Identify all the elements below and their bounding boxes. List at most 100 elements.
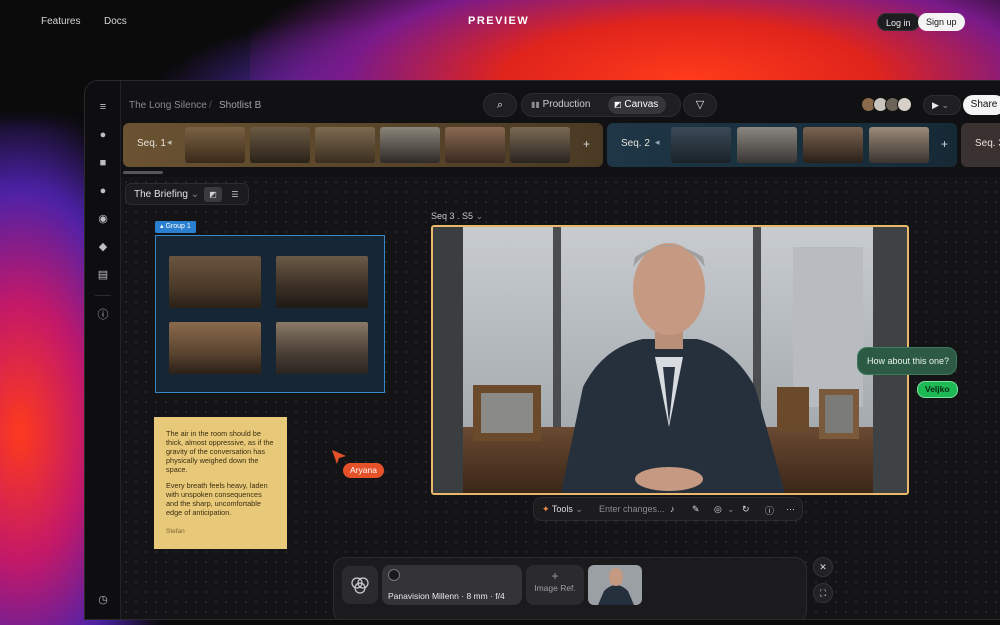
sparkle-icon: ✦ bbox=[542, 504, 550, 514]
canvas-area[interactable]: The Briefing ⌄ ◩ ☰ ▴ Group 1 Seq 3 . S5 … bbox=[121, 177, 1000, 619]
brand-logo[interactable]: PREVIEW bbox=[468, 15, 529, 27]
fullscreen-icon[interactable]: ⛶ bbox=[813, 583, 833, 603]
mode-switch: ▮▮ Production ◩ Canvas bbox=[521, 93, 681, 117]
lens-icon bbox=[388, 569, 400, 581]
shot-label[interactable]: Seq 3 . S5 ⌄ bbox=[431, 211, 483, 222]
shot-image bbox=[433, 227, 907, 493]
app-window: ≡ ● ■ ● ◉ ◆ ▤ ⓘ ◷ The Long Silence / Sho… bbox=[84, 80, 1000, 620]
chat-icon[interactable]: ● bbox=[97, 129, 109, 141]
collaborator-tag: Aryana bbox=[343, 463, 384, 478]
shot-thumbnail[interactable] bbox=[671, 127, 731, 163]
comment-bubble[interactable]: How about this one? bbox=[857, 347, 957, 375]
left-toolbar: ≡ ● ■ ● ◉ ◆ ▤ ⓘ ◷ bbox=[85, 81, 121, 619]
mic-icon[interactable]: ♪ bbox=[670, 504, 675, 514]
shot-thumbnail[interactable] bbox=[510, 127, 570, 163]
group-shot-thumbnail[interactable] bbox=[169, 256, 261, 308]
breadcrumb-separator: / bbox=[209, 100, 212, 111]
info-icon[interactable]: ⓘ bbox=[765, 504, 774, 517]
collaborator-tag: Veljko bbox=[917, 381, 958, 398]
brush-icon[interactable]: ✎ bbox=[692, 504, 700, 515]
shot-thumbnail[interactable] bbox=[803, 127, 863, 163]
chevron-down-icon: ⌄ bbox=[475, 211, 484, 221]
note-paragraph: The air in the room should be thick, alm… bbox=[166, 429, 274, 474]
group-shot-thumbnail[interactable] bbox=[276, 322, 368, 374]
sequence-label: Seq. 2 bbox=[621, 138, 650, 149]
view-canvas-toggle[interactable]: ◩ bbox=[204, 187, 222, 202]
add-shot-button[interactable]: + bbox=[583, 137, 590, 151]
sticky-note[interactable]: The air in the room should be thick, alm… bbox=[154, 417, 287, 549]
filter-button[interactable]: ▽ bbox=[683, 93, 717, 117]
generator-panel: Panavision Millenn · 8 mm · f/4 + Image … bbox=[333, 557, 807, 619]
signup-button[interactable]: Sign up bbox=[918, 13, 965, 31]
close-icon[interactable]: ✕ bbox=[813, 557, 833, 577]
tab-canvas[interactable]: ◩ Canvas bbox=[608, 96, 667, 114]
nav-link-features[interactable]: Features bbox=[41, 16, 80, 27]
camera-caption: Panavision Millenn · 8 mm · f/4 bbox=[388, 591, 505, 601]
play-icon: ▶ bbox=[932, 100, 939, 110]
user-icon[interactable]: ● bbox=[97, 185, 109, 197]
breadcrumb-project[interactable]: The Long Silence bbox=[129, 100, 207, 111]
sequence-strip[interactable]: Seq. 1 ◂ + bbox=[123, 123, 603, 167]
tab-production[interactable]: ▮▮ Production bbox=[525, 96, 598, 114]
production-icon: ▮▮ bbox=[531, 100, 540, 109]
document-icon[interactable]: ▤ bbox=[97, 269, 109, 281]
palette-icon bbox=[351, 577, 369, 594]
shot-thumbnail[interactable] bbox=[445, 127, 505, 163]
breadcrumb-page[interactable]: Shotlist B bbox=[219, 100, 261, 111]
app-header: The Long Silence / Shotlist B ⌕ ▮▮ Produ… bbox=[121, 81, 1000, 123]
tools-button[interactable]: ✦ Tools ⌄ bbox=[542, 504, 583, 515]
scene-selector[interactable]: The Briefing ⌄ ◩ ☰ bbox=[125, 183, 249, 205]
reference-thumbnail[interactable] bbox=[588, 565, 642, 605]
shot-group[interactable] bbox=[155, 235, 385, 393]
folder-icon[interactable]: ■ bbox=[97, 157, 109, 169]
shot-thumbnail[interactable] bbox=[185, 127, 245, 163]
shot-thumbnail[interactable] bbox=[315, 127, 375, 163]
info-icon[interactable]: ⓘ bbox=[97, 309, 109, 321]
play-button[interactable]: ▶ ⌄ bbox=[923, 95, 961, 115]
sequence-strip[interactable]: Seq. 2 ◂ + bbox=[607, 123, 957, 167]
palette-button[interactable] bbox=[342, 566, 378, 604]
location-icon[interactable]: ◉ bbox=[97, 213, 109, 225]
avatar[interactable] bbox=[897, 97, 912, 112]
shot-frame[interactable] bbox=[431, 225, 909, 495]
scene-selector-label: The Briefing ⌄ bbox=[134, 189, 200, 200]
nav-link-docs[interactable]: Docs bbox=[104, 16, 127, 27]
note-author: Stefan bbox=[166, 528, 185, 535]
changes-input[interactable]: Enter changes... bbox=[599, 504, 665, 514]
toolbar-divider bbox=[95, 295, 111, 296]
history-icon[interactable]: ◷ bbox=[97, 594, 109, 606]
target-icon[interactable]: ◎ bbox=[714, 504, 722, 515]
group-label[interactable]: ▴ Group 1 bbox=[155, 221, 196, 233]
more-icon[interactable]: ⋯ bbox=[786, 504, 795, 515]
group-shot-thumbnail[interactable] bbox=[276, 256, 368, 308]
sequence-strip[interactable]: Seq. 3 bbox=[961, 123, 1000, 167]
refresh-icon[interactable]: ↻ bbox=[742, 504, 750, 515]
chevron-down-icon: ⌄ bbox=[941, 100, 949, 110]
note-paragraph: Every breath feels heavy, laden with uns… bbox=[166, 481, 268, 517]
image-ref-button[interactable]: + Image Ref. bbox=[526, 565, 584, 605]
add-shot-button[interactable]: + bbox=[941, 137, 948, 151]
group-shot-thumbnail[interactable] bbox=[169, 322, 261, 374]
menu-icon[interactable]: ≡ bbox=[97, 101, 109, 113]
cube-icon[interactable]: ◆ bbox=[97, 241, 109, 253]
camera-settings[interactable]: Panavision Millenn · 8 mm · f/4 bbox=[382, 565, 522, 605]
login-button[interactable]: Log in bbox=[877, 13, 920, 31]
shot-toolbar: ✦ Tools ⌄ Enter changes... ♪ ✎ ◎ ⌄ ↻ ⓘ ⋯ bbox=[533, 497, 803, 521]
sequence-label: Seq. 3 bbox=[975, 138, 1000, 149]
view-list-toggle[interactable]: ☰ bbox=[226, 187, 244, 202]
share-button[interactable]: Share bbox=[963, 95, 1000, 115]
chevron-down-icon[interactable]: ⌄ bbox=[727, 504, 735, 515]
strip-scrollbar[interactable] bbox=[123, 171, 163, 174]
sequence-label: Seq. 1 bbox=[137, 138, 166, 149]
shot-thumbnail[interactable] bbox=[869, 127, 929, 163]
shot-thumbnail[interactable] bbox=[250, 127, 310, 163]
search-button[interactable]: ⌕ bbox=[483, 93, 517, 117]
shot-thumbnail[interactable] bbox=[380, 127, 440, 163]
chevron-left-icon[interactable]: ◂ bbox=[167, 137, 172, 148]
search-icon: ⌕ bbox=[496, 99, 504, 111]
chevron-left-icon[interactable]: ◂ bbox=[655, 137, 660, 148]
filter-icon: ▽ bbox=[695, 99, 705, 111]
shot-thumbnail[interactable] bbox=[737, 127, 797, 163]
cursor-icon bbox=[332, 450, 346, 464]
plus-icon: + bbox=[551, 569, 559, 583]
